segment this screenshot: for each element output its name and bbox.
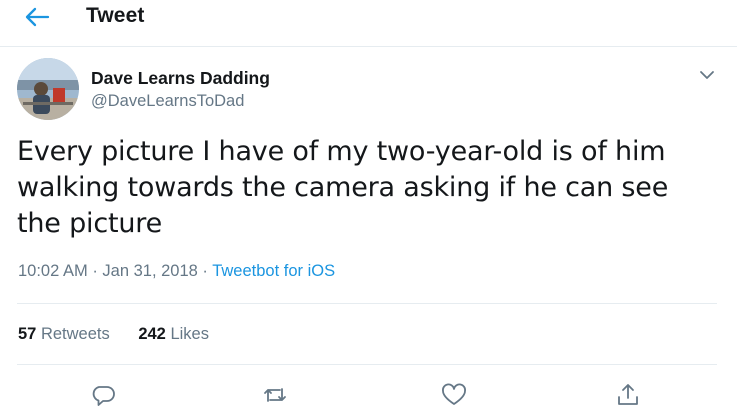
share-button[interactable] <box>614 381 642 409</box>
like-icon <box>442 383 466 405</box>
share-icon <box>618 384 638 405</box>
retweets-stat[interactable]: 57 Retweets <box>18 325 110 344</box>
meta-separator: · <box>202 262 208 280</box>
reply-button[interactable] <box>90 381 118 409</box>
tweet-text: Every picture I have of my two-year-old … <box>17 136 669 239</box>
retweet-button[interactable] <box>261 381 289 409</box>
header: Tweet <box>0 0 737 47</box>
tweet-meta: 10:02 AM · Jan 31, 2018 · Tweetbot for i… <box>18 262 335 281</box>
author-handle[interactable]: @DaveLearnsToDad <box>91 92 244 111</box>
retweets-count: 57 <box>18 325 37 343</box>
likes-stat[interactable]: 242 Likes <box>138 325 209 344</box>
meta-separator: · <box>92 262 98 280</box>
retweets-label: Retweets <box>40 325 110 343</box>
reply-icon <box>92 386 115 406</box>
back-button[interactable] <box>22 5 52 29</box>
like-button[interactable] <box>440 381 468 409</box>
tweet-stats: 57 Retweets 242 Likes <box>18 325 233 344</box>
chevron-down-icon <box>700 71 714 79</box>
arrow-left-icon <box>25 7 50 27</box>
divider <box>17 364 717 365</box>
avatar[interactable] <box>17 58 79 120</box>
likes-count: 242 <box>138 325 166 343</box>
tweet-source-link[interactable]: Tweetbot for iOS <box>212 262 335 280</box>
divider <box>17 303 717 304</box>
more-options-button[interactable] <box>697 66 717 84</box>
author-name[interactable]: Dave Learns Dadding <box>91 68 270 89</box>
likes-label: Likes <box>170 325 209 343</box>
tweet-date[interactable]: Jan 31, 2018 <box>102 262 197 280</box>
avatar-photo <box>17 58 79 120</box>
tweet-page: Tweet Dave Learns Dadding @DaveLearnsToD… <box>0 0 737 415</box>
retweet-icon <box>264 388 286 402</box>
page-title: Tweet <box>86 4 145 27</box>
tweet-time[interactable]: 10:02 AM <box>18 262 88 280</box>
